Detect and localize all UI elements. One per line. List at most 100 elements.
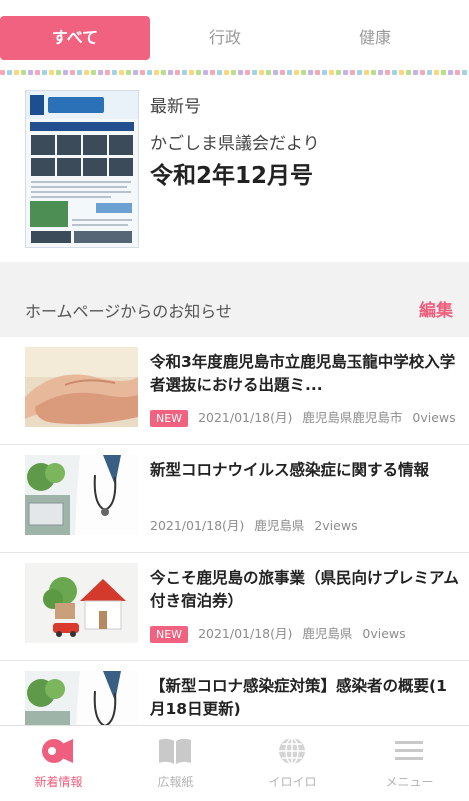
item-date: 2021/01/18(月) (198, 626, 293, 641)
nav-news[interactable]: 新着情報 (0, 726, 117, 801)
divider-dot (161, 70, 166, 75)
divider-dot (182, 70, 187, 75)
divider-dot (35, 70, 40, 75)
thumbnail-house (25, 563, 138, 643)
thumbnail-doctor (25, 455, 138, 535)
item-views: 2views (314, 518, 358, 533)
divider-dot (63, 70, 68, 75)
item-title: 【新型コロナ感染症対策】感染者の概要(1月18日更新) (150, 677, 447, 718)
item-meta: 2021/01/18(月) 鹿児島県 2views (150, 515, 368, 534)
latest-issue-card[interactable]: 最新号 かごしま県議会だより 令和2年12月号 (0, 80, 469, 260)
magazine-cover-image[interactable] (25, 90, 139, 248)
nav-menu[interactable]: メニュー (351, 726, 468, 801)
divider-dot (434, 70, 439, 75)
decorative-dotted-divider (0, 70, 469, 78)
item-title: 今こそ鹿児島の旅事業（県民向けプレミアム付き宿泊券） (150, 569, 459, 610)
divider-dot (133, 70, 138, 75)
divider-dot (462, 70, 467, 75)
issue-number: 令和2年12月号 (150, 163, 314, 189)
divider-dot (84, 70, 89, 75)
divider-dot (189, 70, 194, 75)
tab-health[interactable]: 健康 (300, 16, 450, 60)
tab-administration[interactable]: 行政 (150, 16, 300, 60)
list-item[interactable]: 新型コロナウイルス感染症に関する情報 2021/01/18(月) 鹿児島県 2vie… (0, 445, 469, 553)
thumbnail-hands (25, 347, 138, 427)
divider-dot (168, 70, 173, 75)
item-source: 鹿児島県 (254, 518, 305, 533)
megaphone-icon (40, 736, 76, 766)
thumbnail-doctor (25, 671, 138, 725)
divider-dot (119, 70, 124, 75)
nav-label: 広報紙 (157, 775, 194, 789)
divider-dot (329, 70, 334, 75)
divider-dot (238, 70, 243, 75)
item-date: 2021/01/18(月) (150, 518, 245, 533)
divider-dot (280, 70, 285, 75)
bottom-navigation: 新着情報 広報紙 イロイロ メニュー (0, 725, 469, 801)
item-views: 0views (362, 626, 406, 641)
divider-dot (315, 70, 320, 75)
item-meta: NEW 2021/01/18(月) 鹿児島県 0views (150, 623, 416, 643)
divider-dot (56, 70, 61, 75)
book-icon (157, 736, 193, 766)
item-views: 0views (412, 410, 456, 425)
divider-dot (322, 70, 327, 75)
divider-dot (154, 70, 159, 75)
divider-dot (175, 70, 180, 75)
divider-dot (308, 70, 313, 75)
item-title: 令和3年度鹿児島市立鹿児島玉龍中学校入学者選抜における出題ミ... (150, 353, 456, 394)
divider-dot (224, 70, 229, 75)
divider-dot (7, 70, 12, 75)
divider-dot (399, 70, 404, 75)
divider-dot (105, 70, 110, 75)
list-item[interactable]: 【新型コロナ感染症対策】感染者の概要(1月18日更新) (0, 661, 469, 725)
nav-label: イロイロ (268, 775, 317, 789)
nav-various[interactable]: イロイロ (234, 726, 351, 801)
category-tabs: すべて 行政 健康 (0, 0, 469, 72)
list-item[interactable]: 令和3年度鹿児島市立鹿児島玉龍中学校入学者選抜における出題ミ... NEW 202… (0, 337, 469, 445)
magazine-name: かごしま県議会だより (150, 134, 320, 154)
divider-dot (455, 70, 460, 75)
divider-dot (112, 70, 117, 75)
notice-section-header: ホームページからのお知らせ 編集 (0, 262, 469, 337)
divider-dot (252, 70, 257, 75)
divider-dot (259, 70, 264, 75)
divider-dot (266, 70, 271, 75)
news-list: 令和3年度鹿児島市立鹿児島玉龍中学校入学者選抜における出題ミ... NEW 202… (0, 337, 469, 725)
divider-dot (42, 70, 47, 75)
item-date: 2021/01/18(月) (198, 410, 293, 425)
divider-dot (448, 70, 453, 75)
divider-dot (77, 70, 82, 75)
nav-bulletin[interactable]: 広報紙 (117, 726, 234, 801)
divider-dot (210, 70, 215, 75)
tab-all[interactable]: すべて (0, 16, 150, 60)
divider-dot (21, 70, 26, 75)
divider-dot (427, 70, 432, 75)
section-title: ホームページからのお知らせ (25, 302, 232, 321)
divider-dot (196, 70, 201, 75)
item-source: 鹿児島県 (302, 626, 353, 641)
divider-dot (441, 70, 446, 75)
divider-dot (126, 70, 131, 75)
divider-dot (147, 70, 152, 75)
divider-dot (378, 70, 383, 75)
divider-dot (336, 70, 341, 75)
latest-issue-label: 最新号 (150, 97, 201, 117)
divider-dot (91, 70, 96, 75)
edit-button[interactable]: 編集 (419, 296, 453, 321)
nav-label: メニュー (385, 775, 434, 789)
divider-dot (14, 70, 19, 75)
nav-label: 新着情報 (34, 775, 83, 789)
list-item[interactable]: 今こそ鹿児島の旅事業（県民向けプレミアム付き宿泊券） NEW 2021/01/18… (0, 553, 469, 661)
divider-dot (217, 70, 222, 75)
divider-dot (385, 70, 390, 75)
globe-icon (274, 736, 310, 766)
item-meta: NEW 2021/01/18(月) 鹿児島県鹿児島市 0views (150, 407, 466, 427)
divider-dot (371, 70, 376, 75)
divider-dot (392, 70, 397, 75)
divider-dot (294, 70, 299, 75)
divider-dot (203, 70, 208, 75)
divider-dot (357, 70, 362, 75)
divider-dot (245, 70, 250, 75)
divider-dot (273, 70, 278, 75)
